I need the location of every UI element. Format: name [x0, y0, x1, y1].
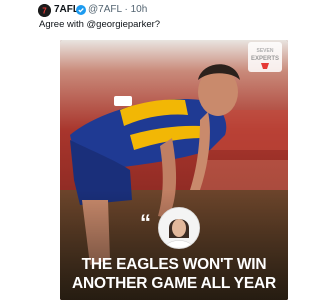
headline-line-1: THE EAGLES WON'T WIN — [81, 256, 267, 273]
mention-link[interactable]: @georgieparker — [87, 19, 155, 30]
experts-logo-line1: SEVEN — [257, 48, 274, 54]
quote-icon: “ — [140, 210, 151, 235]
account-avatar[interactable]: 7 — [38, 4, 51, 17]
verified-badge-icon — [76, 5, 86, 15]
headline-quote: THE EAGLES WON'T WIN ANOTHER GAME ALL YE… — [60, 255, 288, 293]
tweet-text-suffix: ? — [154, 19, 161, 30]
tweet-text: Agree with @georgieparker? — [39, 19, 160, 31]
tweet-text-prefix: Agree with — [39, 19, 87, 30]
account-handle-and-time[interactable]: @7AFL · 10h — [88, 4, 147, 16]
expert-avatar — [158, 207, 200, 249]
svg-text:7: 7 — [42, 7, 47, 16]
tweet-media-image[interactable]: SEVEN EXPERTS “ THE EAGLES WON'T WIN ANO… — [60, 40, 288, 300]
tweet-header: 7 7AFL @7AFL · 10h Agree with @georgiepa… — [0, 0, 300, 38]
headline-line-2: ANOTHER GAME ALL YEAR — [72, 275, 276, 292]
experts-logo: SEVEN EXPERTS — [248, 42, 282, 72]
experts-logo-line2: EXPERTS — [251, 56, 279, 62]
